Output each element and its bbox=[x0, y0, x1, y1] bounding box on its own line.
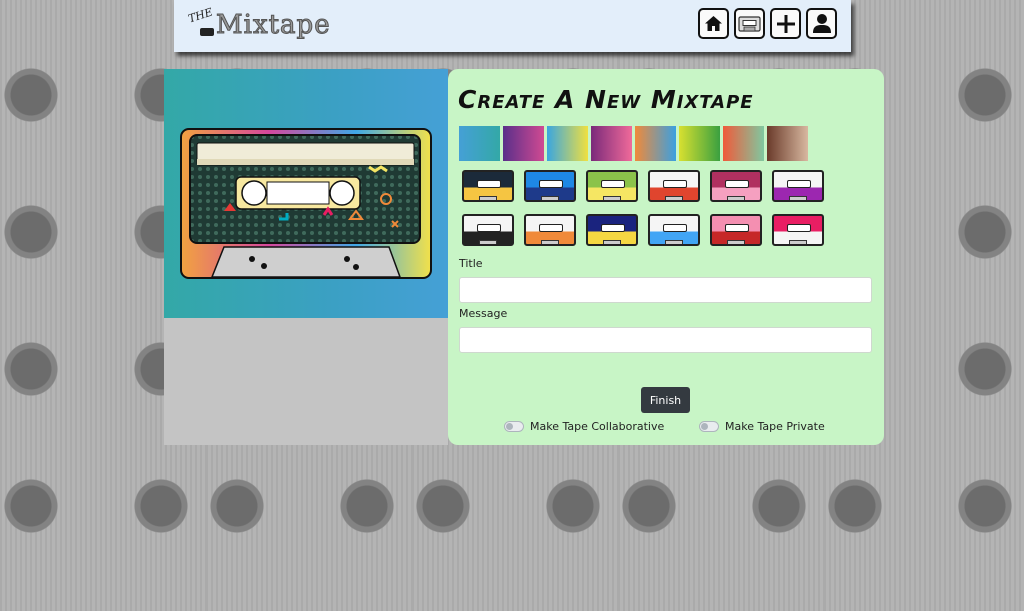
color-swatch[interactable] bbox=[723, 126, 764, 161]
home-icon bbox=[705, 16, 722, 31]
private-label: Make Tape Private bbox=[725, 420, 825, 433]
tape-reel-window bbox=[665, 240, 683, 244]
tape-design-option[interactable] bbox=[772, 214, 824, 246]
color-swatch[interactable] bbox=[591, 126, 632, 161]
tape-reel-window bbox=[789, 240, 807, 244]
tape-reel-window bbox=[479, 240, 497, 244]
tape-reel-window bbox=[727, 196, 745, 200]
preview-pane bbox=[164, 69, 448, 445]
page-title: Create A New Mixtape bbox=[458, 85, 754, 114]
logo-badge bbox=[200, 28, 214, 36]
tape-reel-window bbox=[665, 196, 683, 200]
create-mixtape-card: Create A New Mixtape Title Message Finis… bbox=[164, 69, 884, 445]
tape-design-option[interactable] bbox=[710, 170, 762, 202]
tape-design-option[interactable] bbox=[524, 170, 576, 202]
form-pane: Create A New Mixtape Title Message Finis… bbox=[448, 69, 884, 445]
cover-preview bbox=[164, 69, 448, 318]
finish-button[interactable]: Finish bbox=[641, 387, 690, 413]
tape-reel-window bbox=[603, 196, 621, 200]
tape-reel-window bbox=[479, 196, 497, 200]
my-tapes-button[interactable] bbox=[734, 8, 765, 39]
color-swatch[interactable] bbox=[503, 126, 544, 161]
collaborative-label: Make Tape Collaborative bbox=[530, 420, 665, 433]
user-icon bbox=[812, 14, 831, 33]
home-button[interactable] bbox=[698, 8, 729, 39]
tape-reel-window bbox=[603, 240, 621, 244]
tape-design-option[interactable] bbox=[648, 214, 700, 246]
tape-reel-window bbox=[541, 240, 559, 244]
add-tape-button[interactable] bbox=[770, 8, 801, 39]
tape-design-option[interactable] bbox=[772, 170, 824, 202]
tape-design-option[interactable] bbox=[710, 214, 762, 246]
cassette-preview-image bbox=[180, 128, 432, 279]
tape-reel-window bbox=[727, 240, 745, 244]
title-label: Title bbox=[459, 257, 483, 270]
private-toggle-row: Make Tape Private bbox=[699, 420, 825, 433]
title-input[interactable] bbox=[459, 277, 872, 303]
color-swatch[interactable] bbox=[767, 126, 808, 161]
color-swatch-row bbox=[459, 126, 808, 161]
color-swatch[interactable] bbox=[635, 126, 676, 161]
tape-design-option[interactable] bbox=[586, 214, 638, 246]
tape-design-option[interactable] bbox=[648, 170, 700, 202]
logo-small-text: THE bbox=[186, 5, 215, 26]
tape-design-option[interactable] bbox=[586, 170, 638, 202]
color-swatch[interactable] bbox=[459, 126, 500, 161]
plus-icon bbox=[776, 14, 795, 33]
top-navbar: THE Mixtape bbox=[174, 0, 851, 52]
private-toggle[interactable] bbox=[699, 421, 719, 432]
profile-button[interactable] bbox=[806, 8, 837, 39]
color-swatch[interactable] bbox=[679, 126, 720, 161]
color-swatch[interactable] bbox=[547, 126, 588, 161]
nav-button-group bbox=[698, 8, 837, 39]
cassette-icon bbox=[738, 15, 761, 32]
message-label: Message bbox=[459, 307, 508, 320]
tape-design-option[interactable] bbox=[462, 214, 514, 246]
collaborative-toggle-row: Make Tape Collaborative bbox=[504, 420, 664, 433]
tape-design-option[interactable] bbox=[524, 214, 576, 246]
collaborative-toggle[interactable] bbox=[504, 421, 524, 432]
tape-design-option[interactable] bbox=[462, 170, 514, 202]
logo-word: Mixtape bbox=[216, 10, 331, 41]
tape-reel-window bbox=[541, 196, 559, 200]
tape-reel-window bbox=[789, 196, 807, 200]
message-input[interactable] bbox=[459, 327, 872, 353]
app-logo[interactable]: THE Mixtape bbox=[186, 5, 330, 46]
tape-design-grid bbox=[462, 170, 824, 246]
